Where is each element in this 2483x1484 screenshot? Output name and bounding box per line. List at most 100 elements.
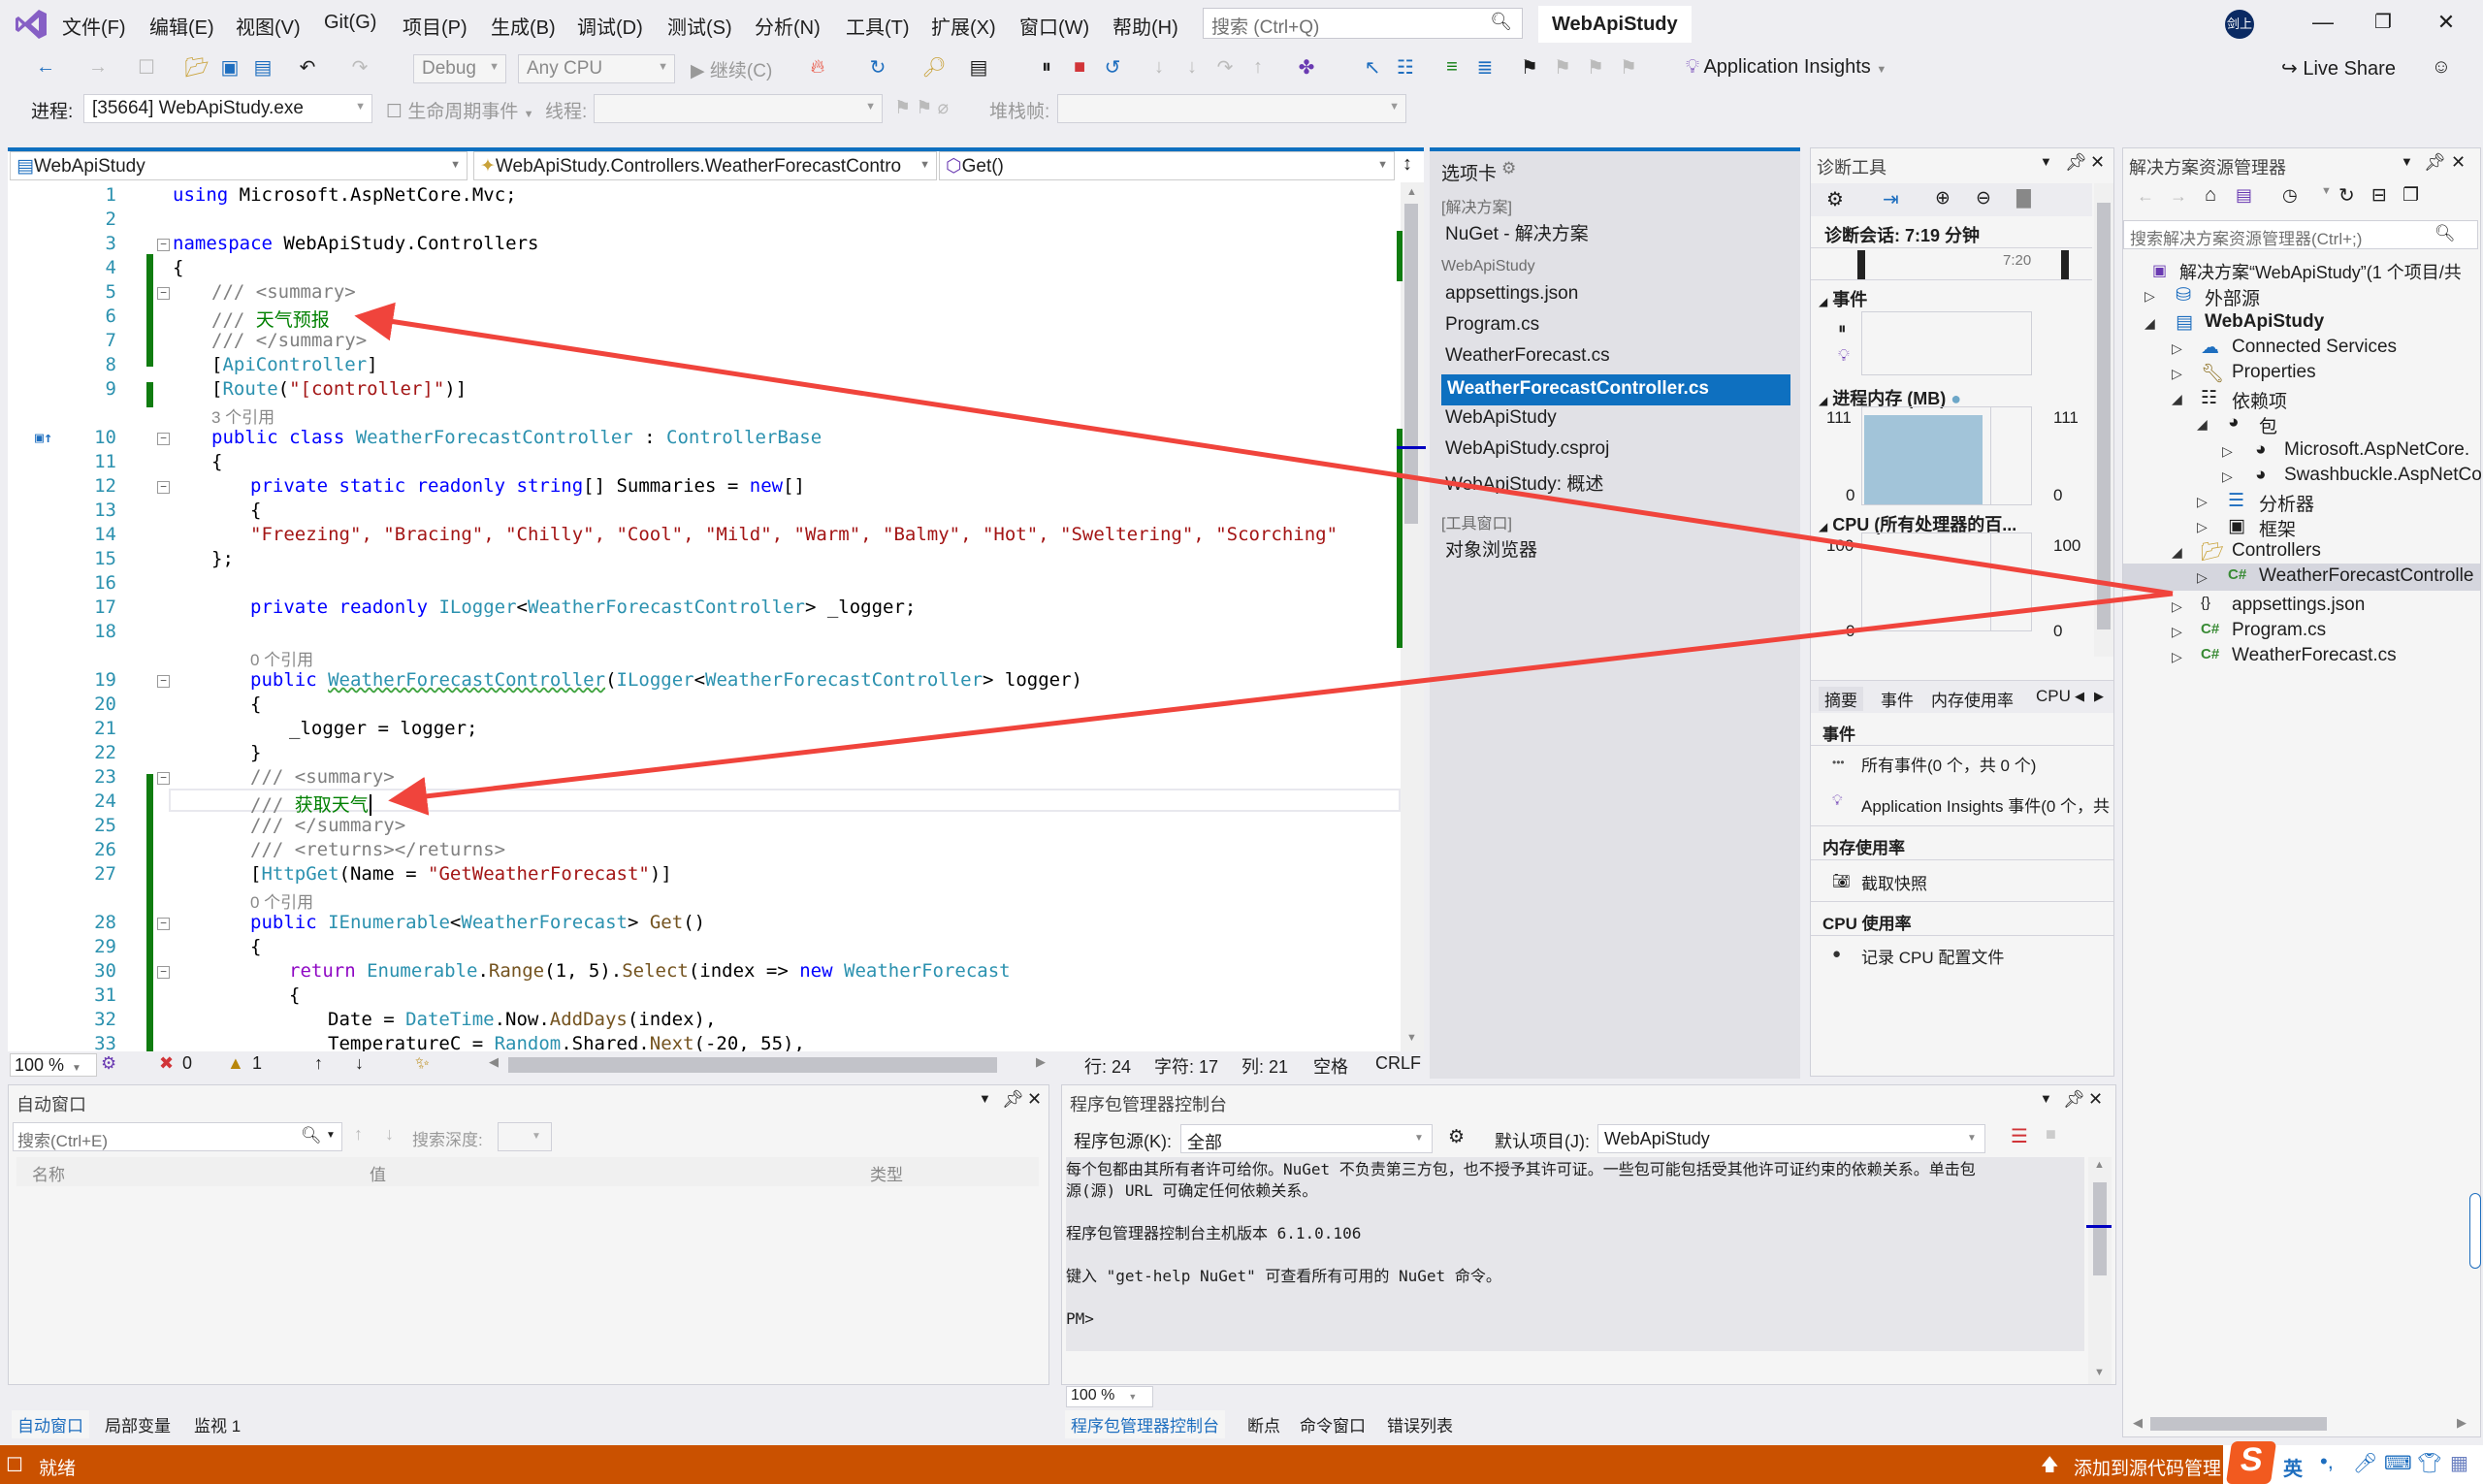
tab-package-manager-console[interactable]: 程序包管理器控制台 [1065, 1410, 1225, 1438]
fold-toggle[interactable]: − [157, 918, 170, 930]
collapse-icon[interactable]: ◢ [2172, 391, 2182, 407]
console-vertical-scrollbar[interactable]: ▲ ▼ [2086, 1157, 2112, 1384]
menu-extensions[interactable]: 扩展(X) [931, 12, 996, 40]
restart-debug-icon[interactable]: ↺ [1100, 54, 1125, 80]
keyboard-icon[interactable]: ⌨ [2384, 1451, 2412, 1475]
flag-thread-icon[interactable]: ⚑ ⚑ ⌀ [894, 97, 949, 119]
scrollbar-thumb[interactable] [1404, 204, 1418, 524]
expand-icon[interactable]: ▷ [2144, 288, 2155, 305]
tablist-item[interactable]: 对象浏览器 [1445, 535, 1537, 562]
panel-menu-icon[interactable]: ▼ [2040, 1091, 2052, 1106]
horizontal-scrollbar-thumb[interactable] [508, 1057, 997, 1073]
switch-views-icon[interactable]: ▤ [2236, 185, 2252, 206]
collapse-icon[interactable]: ◢ [2144, 315, 2155, 332]
close-panel-icon[interactable]: ✕ [2090, 152, 2105, 173]
step-over-arc-icon[interactable]: ↷ [1212, 54, 1238, 80]
panel-menu-icon[interactable]: ▼ [979, 1091, 991, 1106]
timeline-start-handle[interactable] [1857, 250, 1865, 279]
menu-test[interactable]: 测试(S) [667, 12, 732, 40]
tab-locals[interactable]: 局部变量 [105, 1412, 171, 1436]
line-indicator[interactable]: 行: 24 [1084, 1053, 1131, 1079]
forward-icon[interactable]: → [2170, 186, 2187, 207]
code-area[interactable]: ▣↑ 1 2 3 4 5 6 7 8 9 10 11 12 13 14 15 1… [8, 182, 1401, 1051]
tree-item-controllers[interactable]: Controllers [2232, 540, 2321, 562]
continue-button[interactable]: ▶ 继续(C) [691, 56, 772, 82]
tree-item-package[interactable]: Swashbuckle.AspNetCo [2284, 465, 2482, 486]
tablist-item-selected[interactable]: WeatherForecastController.cs [1441, 374, 1790, 405]
back-icon[interactable]: ← [2137, 186, 2154, 207]
tab-events[interactable]: 事件 [1881, 687, 1914, 711]
live-share-button[interactable]: ↪ Live Share [2281, 56, 2396, 81]
pin-icon[interactable]: 📌︎ [2065, 152, 2087, 173]
clear-bookmarks-icon[interactable]: ⚑ [1616, 54, 1641, 80]
refresh-icon[interactable]: ↻ [2338, 183, 2355, 208]
intellicode-icon[interactable]: ⚙ [101, 1053, 116, 1074]
expand-icon[interactable]: ▷ [2172, 624, 2182, 640]
tab-autos[interactable]: 自动窗口 [12, 1410, 89, 1438]
column-indicator[interactable]: 列: 21 [1242, 1053, 1288, 1079]
menu-help[interactable]: 帮助(H) [1113, 12, 1178, 40]
tab-breakpoints[interactable]: 断点 [1247, 1412, 1280, 1436]
fold-toggle[interactable]: − [157, 966, 170, 979]
comment-icon[interactable]: ≣ [1472, 54, 1498, 80]
diagnostics-icon[interactable]: ✤ [1294, 54, 1319, 80]
whitespace-indicator[interactable]: 空格 [1313, 1053, 1348, 1079]
tablist-item[interactable]: Program.cs [1445, 314, 1539, 336]
warning-count[interactable]: 1 [252, 1053, 262, 1074]
scroll-up-icon[interactable]: ▲ [2094, 1159, 2105, 1171]
member-nav-dropdown[interactable]: ⬡Get() ▼ [939, 151, 1395, 180]
navigate-back-icon[interactable]: ← [33, 54, 58, 80]
codelens-references[interactable]: 0 个引用 [250, 888, 313, 913]
fold-toggle[interactable]: − [157, 675, 170, 688]
menu-git[interactable]: Git(G) [324, 12, 376, 34]
record-cpu-profile-button[interactable]: 记录 CPU 配置文件 [1861, 944, 2004, 968]
close-panel-icon[interactable]: ✕ [1027, 1089, 1042, 1110]
previous-issue-icon[interactable]: ↑ [314, 1053, 323, 1074]
save-icon[interactable]: ▣ [217, 54, 242, 80]
stop-command-icon[interactable]: ■ [2046, 1124, 2056, 1145]
stop-icon[interactable]: ■ [1067, 54, 1092, 80]
tab-scroll-left-icon[interactable]: ◀ [2075, 689, 2084, 704]
tree-item-selected[interactable]: ▷ C# WeatherForecastControlle [2123, 564, 2480, 591]
close-panel-icon[interactable]: ✕ [2451, 152, 2466, 173]
minimize-button[interactable]: — [2308, 10, 2338, 35]
console-zoom-dropdown[interactable]: 100 % ▼ [1066, 1386, 1153, 1407]
events-section-header[interactable]: ◢ 事件 [1819, 286, 1867, 311]
show-all-files-icon[interactable]: ❐ [2402, 184, 2419, 207]
tab-scroll-right-icon[interactable]: ▶ [2094, 689, 2104, 704]
tab-summary[interactable]: 摘要 [1819, 687, 1863, 711]
toolbox-icon[interactable]: ▦ [2450, 1451, 2468, 1475]
fold-toggle[interactable]: − [157, 433, 170, 445]
menu-view[interactable]: 视图(V) [236, 12, 301, 40]
line-ending-indicator[interactable]: CRLF [1375, 1053, 1421, 1074]
menu-debug[interactable]: 调试(D) [577, 12, 643, 40]
tree-item-package[interactable]: Microsoft.AspNetCore. [2284, 439, 2469, 461]
autos-search-input[interactable]: 搜索(Ctrl+E) 🔍︎ ▼ [13, 1122, 342, 1151]
timeline-end-handle[interactable] [2061, 250, 2069, 279]
split-editor-icon[interactable]: ↕ [1403, 153, 1412, 176]
project-nav-dropdown[interactable]: ▤WebApiStudy ▼ [10, 151, 468, 180]
punctuation-icon[interactable]: •, [2320, 1449, 2334, 1474]
menu-build[interactable]: 生成(B) [491, 12, 556, 40]
tablist-item[interactable]: WebApiStudy: 概述 [1445, 469, 1603, 496]
take-snapshot-button[interactable]: 截取快照 [1861, 870, 1927, 894]
tablist-item[interactable]: NuGet - 解决方案 [1445, 219, 1589, 245]
all-events-link[interactable]: 所有事件(0 个，共 0 个) [1861, 752, 2036, 776]
search-depth-dropdown[interactable]: ▼ [498, 1122, 552, 1151]
zoom-in-icon[interactable]: ⊕ [1935, 187, 1951, 210]
tree-item-properties[interactable]: Properties [2232, 362, 2316, 383]
tab-command-window[interactable]: 命令窗口 [1300, 1412, 1366, 1436]
toggle-panel-icon[interactable]: ☷ [1393, 54, 1418, 80]
thread-dropdown[interactable]: ▼ [594, 94, 883, 123]
diagnostics-vertical-scrollbar[interactable] [2094, 183, 2113, 657]
gear-icon[interactable]: ⚙ [1501, 159, 1516, 178]
panel-menu-icon[interactable]: ▼ [2040, 154, 2052, 169]
feedback-icon[interactable]: ☺ [2429, 54, 2454, 80]
ai-events-link[interactable]: Application Insights 事件(0 个，共 [1861, 792, 2110, 817]
menu-window[interactable]: 窗口(W) [1019, 12, 1089, 40]
editor-vertical-scrollbar[interactable]: ▲ ▼ [1397, 182, 1426, 1051]
skin-icon[interactable]: 👕︎ [2417, 1451, 2441, 1475]
expand-icon[interactable]: ▷ [2172, 366, 2182, 382]
expand-icon[interactable]: ▷ [2172, 649, 2182, 665]
pin-icon[interactable]: 📌︎ [1002, 1089, 1024, 1110]
